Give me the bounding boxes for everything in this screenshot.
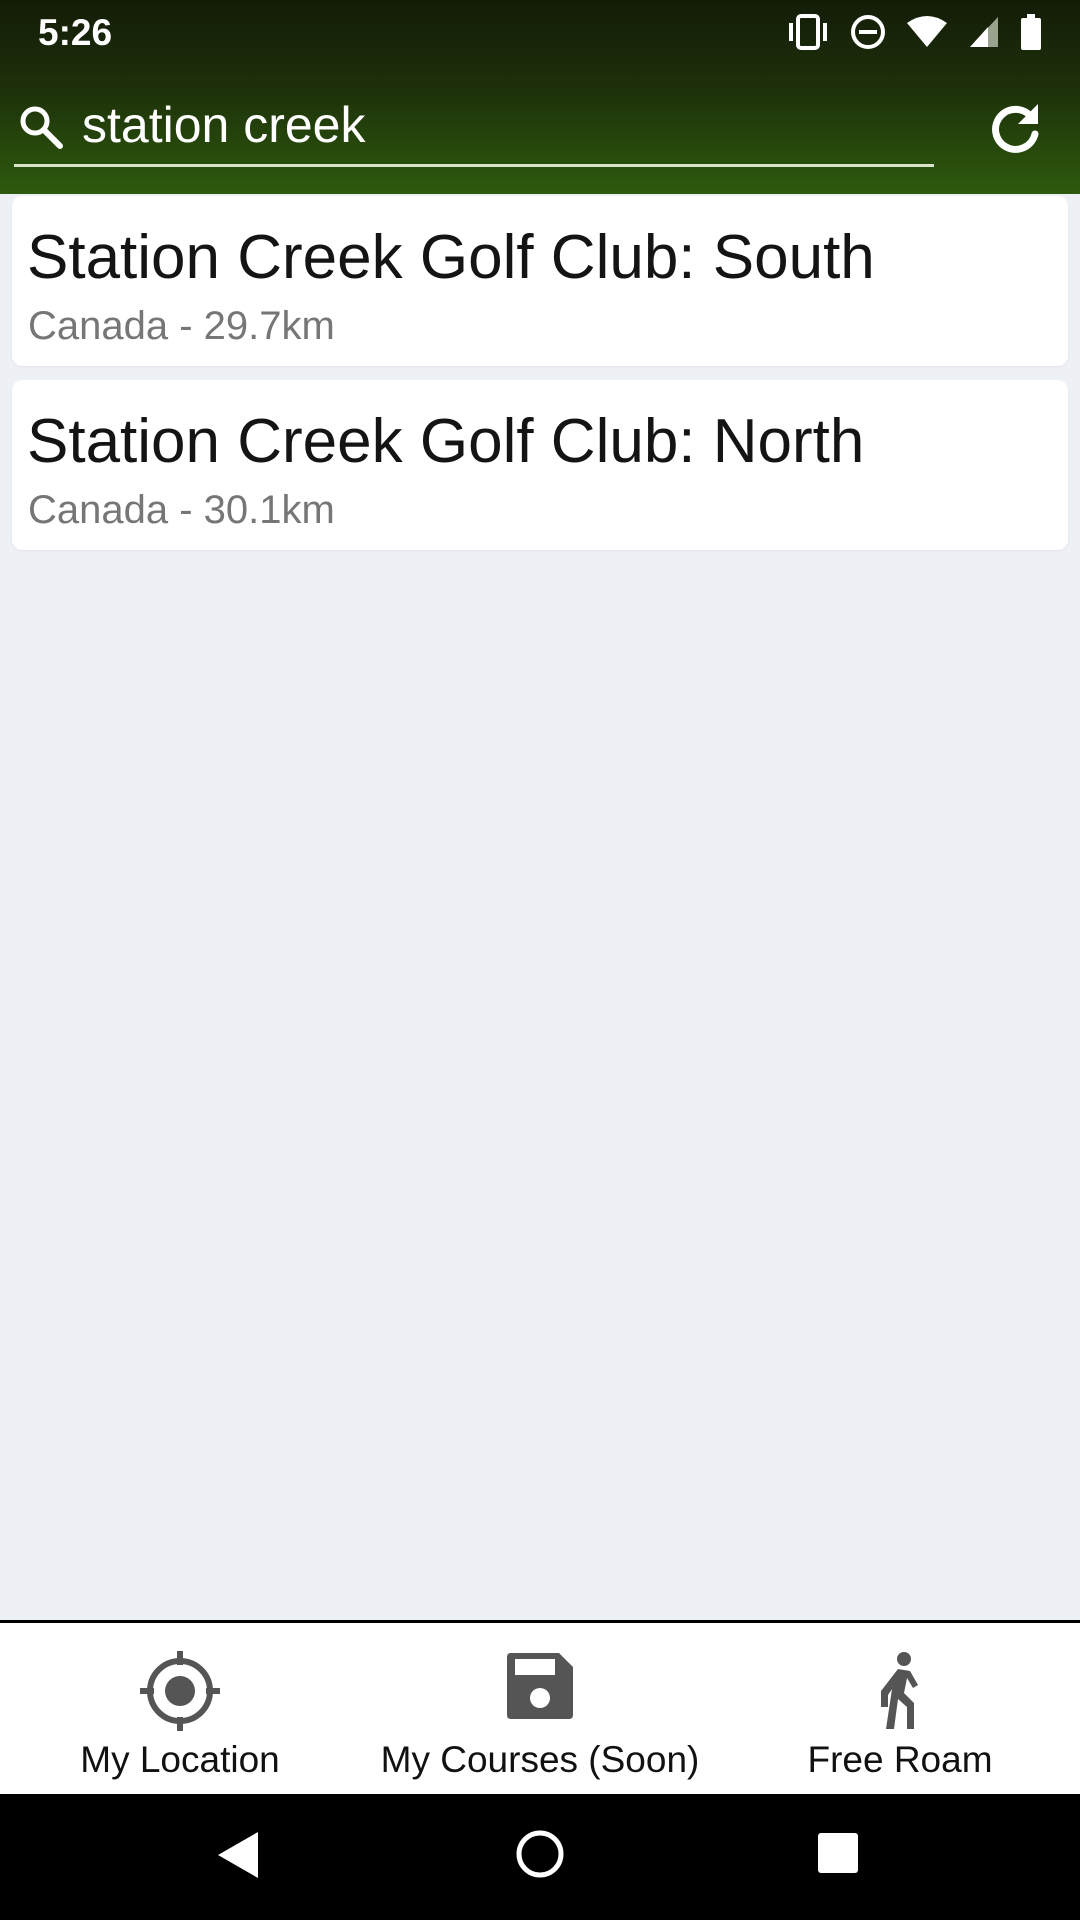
results-list: Station Creek Golf Club: South Canada - … — [12, 196, 1068, 564]
home-icon[interactable] — [514, 1828, 566, 1885]
refresh-icon[interactable] — [986, 100, 1044, 163]
search-bar — [0, 90, 1080, 170]
nav-my-courses[interactable]: My Courses (Soon) — [360, 1623, 720, 1797]
nav-my-location[interactable]: My Location — [0, 1623, 360, 1797]
list-item[interactable]: Station Creek Golf Club: North Canada - … — [12, 380, 1068, 550]
battery-icon — [1020, 14, 1042, 50]
nav-label: My Location — [80, 1739, 280, 1780]
app-header: 5:26 — [0, 0, 1080, 194]
search-input[interactable] — [82, 92, 922, 158]
list-item[interactable]: Station Creek Golf Club: South Canada - … — [12, 196, 1068, 366]
course-title: Station Creek Golf Club: South — [27, 223, 875, 292]
nav-free-roam[interactable]: Free Roam — [720, 1623, 1080, 1797]
status-icons — [786, 12, 1042, 52]
course-location: Canada - 29.7km — [28, 304, 335, 348]
search-underline — [14, 164, 934, 167]
status-time: 5:26 — [38, 12, 113, 53]
cell-signal-icon — [968, 15, 1000, 49]
walking-person-icon — [870, 1651, 930, 1736]
bottom-nav: My Location My Courses (Soon) Free Roam — [0, 1620, 1080, 1797]
vibrate-icon — [786, 14, 830, 50]
nav-label: My Courses (Soon) — [380, 1739, 700, 1780]
search-icon — [18, 104, 64, 155]
recents-icon[interactable] — [816, 1831, 860, 1880]
my-location-icon — [140, 1651, 220, 1736]
system-nav-bar — [0, 1794, 1080, 1920]
do-not-disturb-icon — [850, 14, 886, 50]
wifi-icon — [906, 15, 948, 49]
status-bar: 5:26 — [0, 0, 1080, 64]
back-icon[interactable] — [216, 1830, 260, 1885]
save-icon — [505, 1651, 575, 1726]
course-location: Canada - 30.1km — [28, 488, 335, 532]
course-title: Station Creek Golf Club: North — [27, 407, 865, 476]
nav-label: Free Roam — [807, 1739, 993, 1780]
